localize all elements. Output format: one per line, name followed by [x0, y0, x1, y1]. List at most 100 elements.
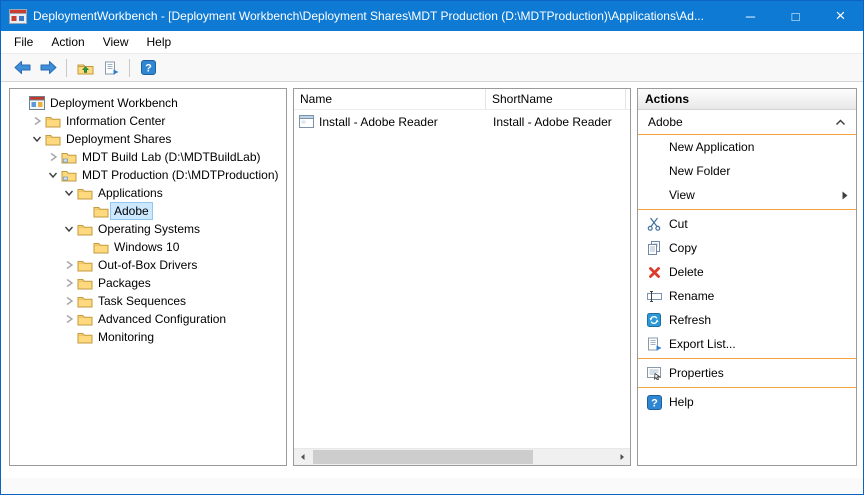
properties-icon [646, 367, 662, 380]
back-button[interactable] [9, 56, 35, 80]
help-button[interactable]: ? [135, 56, 161, 80]
tree-item-applications[interactable]: Applications [10, 184, 286, 202]
scroll-right-arrow-icon[interactable] [613, 449, 630, 465]
tree-item-windows-10[interactable]: Windows 10 [10, 238, 286, 256]
actions-group-label: Adobe [648, 115, 683, 129]
action-label: Help [669, 395, 694, 409]
menu-help[interactable]: Help [138, 32, 181, 52]
chevron-right-icon[interactable] [62, 258, 76, 272]
action-export-list[interactable]: Export List... [638, 332, 856, 356]
scroll-thumb[interactable] [313, 450, 533, 464]
copy-icon [646, 241, 662, 255]
window-controls: ─ □ × [728, 1, 863, 31]
folder-icon [76, 223, 94, 236]
forward-button[interactable] [35, 56, 61, 80]
status-bar [1, 478, 863, 494]
tree-item-packages[interactable]: Packages [10, 274, 286, 292]
rename-icon [646, 290, 662, 303]
tree-item-advanced-configuration[interactable]: Advanced Configuration [10, 310, 286, 328]
actions-group-header[interactable]: Adobe [638, 110, 856, 135]
action-label: Refresh [669, 313, 711, 327]
chevron-right-icon[interactable] [62, 276, 76, 290]
chevron-down-icon[interactable] [62, 222, 76, 236]
tree-item-out-of-box-drivers[interactable]: Out-of-Box Drivers [10, 256, 286, 274]
column-header-name[interactable]: Name [294, 89, 486, 109]
action-label: View [669, 188, 695, 202]
minimize-button[interactable]: ─ [728, 1, 773, 31]
column-header-shortname[interactable]: ShortName [486, 89, 626, 109]
action-label: Rename [669, 289, 714, 303]
actions-separator [638, 387, 856, 388]
help-icon: ? [646, 395, 662, 410]
tree-item-label: Windows 10 [110, 238, 183, 256]
chevron-right-icon[interactable] [62, 294, 76, 308]
export-doc-icon [104, 61, 119, 75]
chevron-right-icon[interactable] [62, 312, 76, 326]
app-window: DeploymentWorkbench - [Deployment Workbe… [0, 0, 864, 495]
export-list-button[interactable] [98, 56, 124, 80]
up-one-level-button[interactable] [72, 56, 98, 80]
action-copy[interactable]: Copy [638, 236, 856, 260]
tree-item-mdt-build-lab-d-mdtbuildlab[interactable]: MDT Build Lab (D:\MDTBuildLab) [10, 148, 286, 166]
action-rename[interactable]: Rename [638, 284, 856, 308]
maximize-button[interactable]: □ [773, 1, 818, 31]
action-new-folder[interactable]: New Folder [638, 159, 856, 183]
cut-icon [646, 217, 662, 231]
actions-separator [638, 358, 856, 359]
action-help[interactable]: ? Help [638, 390, 856, 414]
tree-item-label: Operating Systems [94, 220, 204, 238]
shared-folder-icon [60, 151, 78, 164]
list-row-install-adobe-reader[interactable]: Install - Adobe ReaderInstall - Adobe Re… [294, 112, 630, 131]
folder-icon [76, 295, 94, 308]
scroll-track[interactable] [311, 449, 613, 465]
tree-item-adobe[interactable]: Adobe [10, 202, 286, 220]
tree-item-information-center[interactable]: Information Center [10, 112, 286, 130]
tree-item-operating-systems[interactable]: Operating Systems [10, 220, 286, 238]
tree-item-deployment-shares[interactable]: Deployment Shares [10, 130, 286, 148]
chevron-down-icon[interactable] [46, 168, 60, 182]
chevron-right-icon[interactable] [30, 114, 44, 128]
tree-item-monitoring[interactable]: Monitoring [10, 328, 286, 346]
list-body: Install - Adobe ReaderInstall - Adobe Re… [294, 110, 630, 448]
tree-item-label: Task Sequences [94, 292, 190, 310]
action-new-application[interactable]: New Application [638, 135, 856, 159]
tree-item-deployment-workbench[interactable]: Deployment Workbench [10, 94, 286, 112]
tree-item-mdt-production-d-mdtproduction[interactable]: MDT Production (D:\MDTProduction) [10, 166, 286, 184]
action-delete[interactable]: Delete [638, 260, 856, 284]
tree-item-task-sequences[interactable]: Task Sequences [10, 292, 286, 310]
expander-placeholder [78, 204, 92, 218]
window-title: DeploymentWorkbench - [Deployment Workbe… [33, 9, 728, 23]
row-shortname-label: Install - Adobe Reader [486, 115, 626, 129]
menu-action[interactable]: Action [42, 32, 93, 52]
results-pane: NameShortName Install - Adobe ReaderInst… [293, 88, 631, 466]
chevron-up-icon[interactable] [835, 119, 846, 126]
up-folder-icon [77, 61, 94, 75]
tree-item-label: MDT Production (D:\MDTProduction) [78, 166, 283, 184]
menu-view[interactable]: View [94, 32, 138, 52]
chevron-right-icon[interactable] [46, 150, 60, 164]
title-bar[interactable]: DeploymentWorkbench - [Deployment Workbe… [1, 1, 863, 31]
chevron-down-icon[interactable] [30, 132, 44, 146]
action-cut[interactable]: Cut [638, 212, 856, 236]
expander-placeholder [62, 330, 76, 344]
chevron-down-icon[interactable] [62, 186, 76, 200]
tree-item-label: Monitoring [94, 328, 158, 346]
close-button[interactable]: × [818, 1, 863, 31]
svg-text:?: ? [145, 63, 152, 75]
actions-pane-title: Actions [638, 89, 856, 110]
menu-file[interactable]: File [5, 32, 42, 52]
folder-icon [44, 133, 62, 146]
scroll-left-arrow-icon[interactable] [294, 449, 311, 465]
tree-item-label: Packages [94, 274, 155, 292]
action-properties[interactable]: Properties [638, 361, 856, 385]
action-view[interactable]: View [638, 183, 856, 207]
actions-pane: Actions Adobe New ApplicationNew Folder V… [637, 88, 857, 466]
action-refresh[interactable]: Refresh [638, 308, 856, 332]
horizontal-scrollbar[interactable] [294, 448, 630, 465]
action-label: Properties [669, 366, 724, 380]
action-label: Delete [669, 265, 704, 279]
folder-icon [76, 331, 94, 344]
actions-separator [638, 209, 856, 210]
tree-item-label: Adobe [110, 202, 153, 220]
actions-body: New ApplicationNew Folder View CutCopy Dele… [638, 135, 856, 414]
